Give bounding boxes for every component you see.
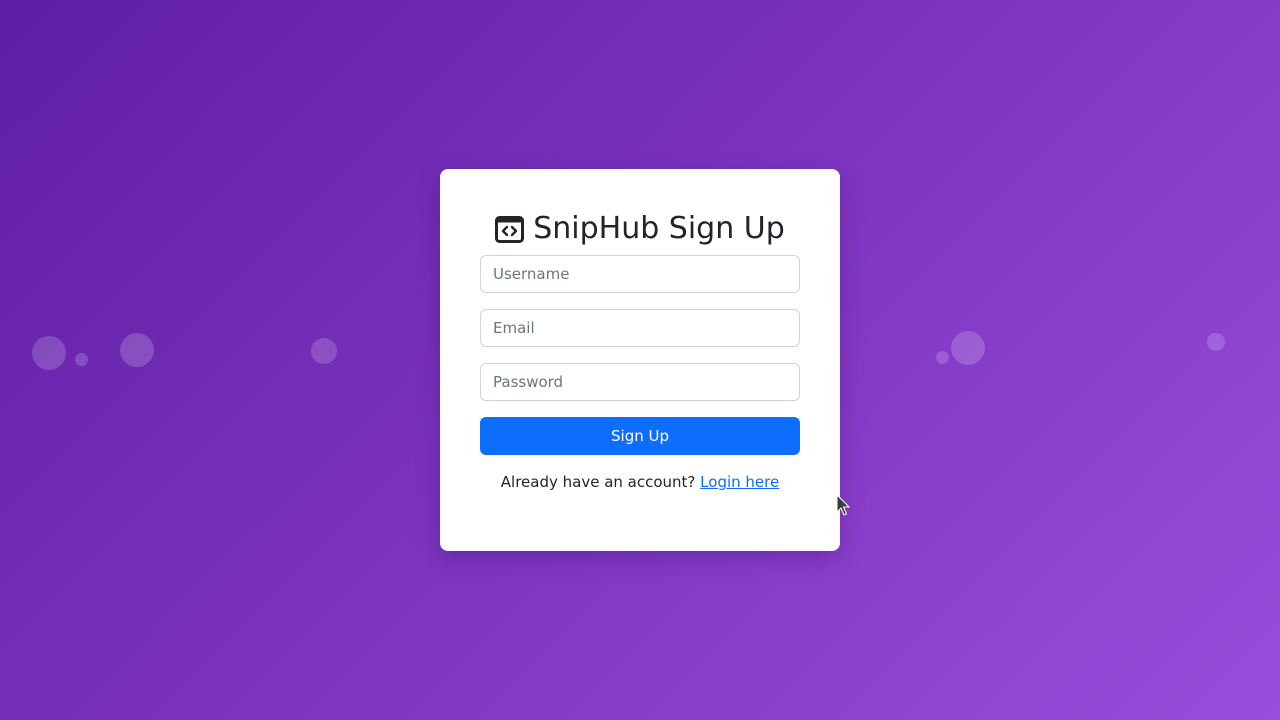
page-title: SnipHub Sign Up bbox=[480, 211, 800, 247]
background-bubble bbox=[951, 331, 985, 365]
mouse-cursor-icon bbox=[836, 493, 851, 516]
background-bubble bbox=[311, 338, 337, 364]
signup-card: SnipHub Sign Up Sign Up Already have an … bbox=[440, 169, 840, 551]
username-input[interactable] bbox=[480, 255, 800, 293]
background-bubble bbox=[1207, 333, 1225, 351]
login-link[interactable]: Login here bbox=[700, 473, 779, 491]
login-prompt-text: Already have an account? bbox=[500, 473, 696, 491]
background-bubble bbox=[32, 336, 66, 370]
sign-up-button[interactable]: Sign Up bbox=[480, 417, 800, 455]
background-bubble bbox=[120, 333, 154, 367]
login-prompt: Already have an account? Login here bbox=[480, 472, 800, 492]
background-bubble bbox=[75, 353, 88, 366]
page-title-text: SnipHub Sign Up bbox=[533, 211, 785, 246]
code-window-icon bbox=[495, 215, 525, 243]
password-input[interactable] bbox=[480, 363, 800, 401]
email-input[interactable] bbox=[480, 309, 800, 347]
background-bubble bbox=[936, 351, 949, 364]
